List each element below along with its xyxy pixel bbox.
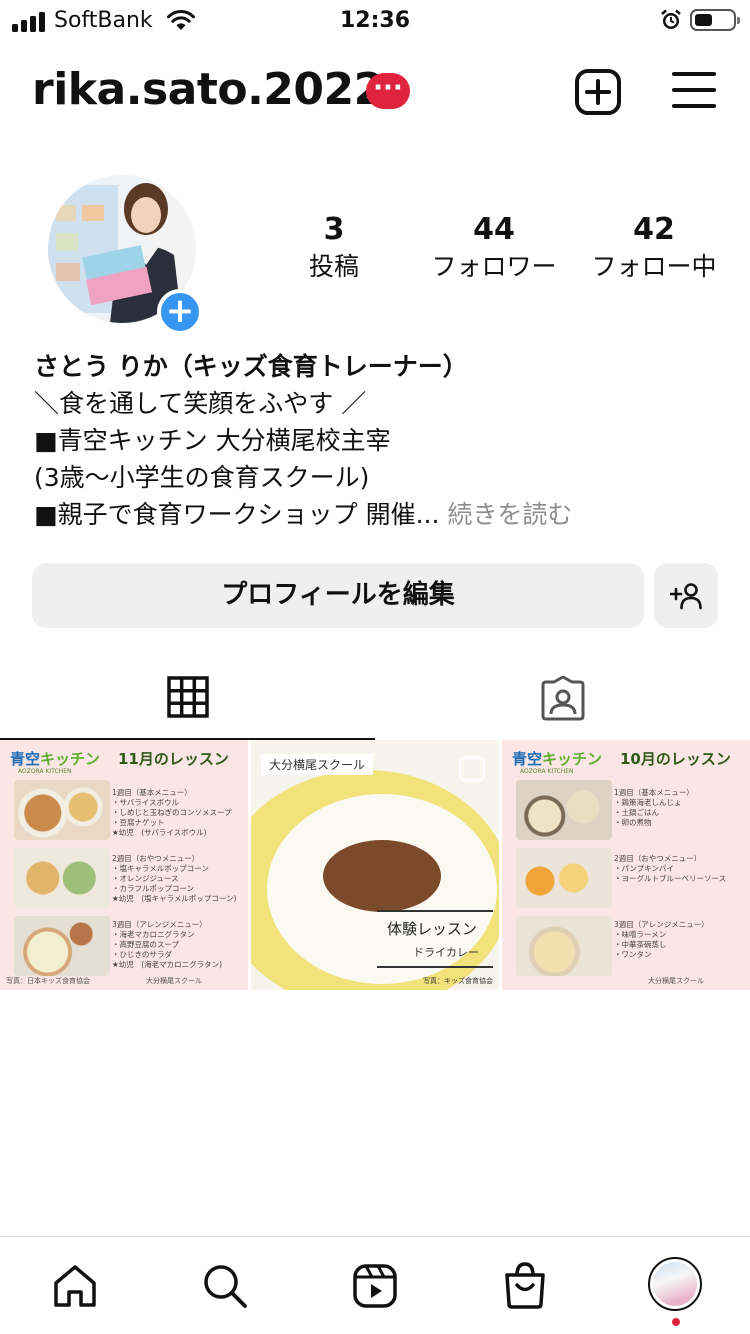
post-title: 10月のレッスン: [620, 750, 731, 768]
bottom-navigation: [0, 1236, 750, 1334]
post-credit: 写真：キッズ食育協会: [423, 977, 493, 985]
stat-following-count: 42: [633, 212, 675, 247]
stat-posts-count: 3: [323, 212, 345, 247]
bio-line: ＼食を通して笑顔をふやす ／: [34, 389, 367, 418]
post-title: 11月のレッスン: [118, 750, 229, 768]
brand-text: 青空: [10, 750, 41, 768]
notification-badge[interactable]: ···: [366, 73, 410, 109]
post-food-photos: [12, 780, 110, 980]
profile-bio: さとう りか（キッズ食育トレーナー） ＼食を通して笑顔をふやす ／ ■青空キッチ…: [34, 348, 572, 533]
curry-image: [323, 840, 441, 912]
search-icon[interactable]: [202, 1263, 248, 1309]
bio-line: ■青空キッチン 大分横尾校主宰: [34, 426, 391, 455]
post-school: 大分横尾スクール: [648, 977, 704, 985]
stat-followers[interactable]: 44 フォロワー: [414, 210, 574, 284]
stat-posts[interactable]: 3 投稿: [254, 210, 414, 284]
bio-line-last: ■親子で食育ワークショップ 開催... 続きを読む: [34, 496, 572, 533]
hamburger-menu-icon[interactable]: [672, 70, 716, 110]
add-story-button[interactable]: +: [157, 289, 203, 335]
post-subtitle: ドライカレー: [413, 946, 479, 959]
post-brand-sub: AOZORA KITCHEN: [520, 768, 574, 775]
tagged-person-icon: [541, 676, 584, 721]
edit-profile-button[interactable]: プロフィールを編集: [32, 563, 644, 628]
reels-icon[interactable]: [352, 1263, 398, 1309]
divider: [377, 910, 493, 912]
post-food-photos: [514, 780, 612, 980]
post-thumbnail[interactable]: 青空キッチン AOZORA KITCHEN 10月のレッスン 1週目（基本メニュ…: [502, 740, 750, 990]
display-name: さとう りか（キッズ食育トレーナー）: [34, 352, 468, 381]
read-more-link[interactable]: 続きを読む: [447, 500, 572, 529]
post-brand: 青空キッチン: [512, 748, 602, 769]
post-thumbnail[interactable]: 青空キッチン AOZORA KITCHEN 11月のレッスン 1週目（基本メニュ…: [0, 740, 248, 990]
post-title: 体験レッスン: [387, 920, 478, 938]
divider: [377, 966, 493, 968]
profile-username[interactable]: rika.sato.2022: [32, 64, 384, 115]
post-menu-week3: 3週目（アレンジメニュー） ・海老マカロニグラタン ・高野豆腐のスープ ・ひじき…: [112, 920, 223, 969]
add-person-icon: [670, 583, 702, 610]
alarm-icon: [661, 9, 681, 29]
status-bar: SoftBank 12:36: [0, 0, 750, 42]
profile-tab-avatar[interactable]: [648, 1257, 702, 1311]
shop-icon[interactable]: [502, 1261, 548, 1309]
bio-line: ■親子で食育ワークショップ 開催...: [34, 500, 440, 529]
post-menu-week2: 2週目（おやつメニュー） ・塩キャラメルポップコーン ・オレンジジュース ・カラ…: [112, 854, 237, 903]
tab-posts-grid[interactable]: [0, 662, 375, 740]
stat-followers-count: 44: [473, 212, 515, 247]
plus-square-icon[interactable]: [574, 68, 622, 116]
bio-line: (3歳〜小学生の食育スクール): [34, 463, 370, 492]
stat-followers-label: フォロワー: [431, 252, 557, 281]
stat-following-label: フォロー中: [591, 252, 717, 281]
post-credit: 写真：日本キッズ食育協会: [6, 977, 90, 985]
tab-tagged[interactable]: [375, 662, 750, 740]
post-brand: 青空キッチン: [10, 748, 100, 769]
status-time: 12:36: [339, 8, 411, 33]
carousel-icon: [459, 756, 485, 782]
home-icon[interactable]: [52, 1263, 98, 1309]
post-brand-sub: AOZORA KITCHEN: [18, 768, 72, 775]
post-thumbnail[interactable]: 大分横尾スクール 体験レッスン ドライカレー 写真：キッズ食育協会: [251, 740, 499, 990]
brand-accent: キッチン: [542, 750, 603, 768]
post-menu-week3: 3週目（アレンジメニュー） ・味噌ラーメン ・中華茶碗蒸し ・ワンタン: [614, 920, 709, 959]
post-tag: 大分横尾スクール: [261, 754, 374, 775]
post-school: 大分横尾スクール: [146, 977, 202, 985]
brand-text: 青空: [512, 750, 543, 768]
stat-following[interactable]: 42 フォロー中: [574, 210, 734, 284]
battery-icon: [690, 9, 740, 31]
discover-people-button[interactable]: [654, 563, 718, 628]
post-menu-week2: 2週目（おやつメニュー） ・パンプキンパイ ・ヨーグルトブルーベリーソース: [614, 854, 727, 883]
notification-dot: [672, 1318, 680, 1326]
post-menu-week1: 1週目（基本メニュー） ・鶏策海老しんじょ ・土鍋ごはん ・卵の煮物: [614, 788, 694, 827]
post-menu-week1: 1週目（基本メニュー） ・サバライスボウル ・しめじと玉ねぎのコンソメスープ ・…: [112, 788, 232, 837]
brand-accent: キッチン: [40, 750, 101, 768]
grid-icon: [166, 676, 209, 718]
stat-posts-label: 投稿: [308, 252, 359, 281]
